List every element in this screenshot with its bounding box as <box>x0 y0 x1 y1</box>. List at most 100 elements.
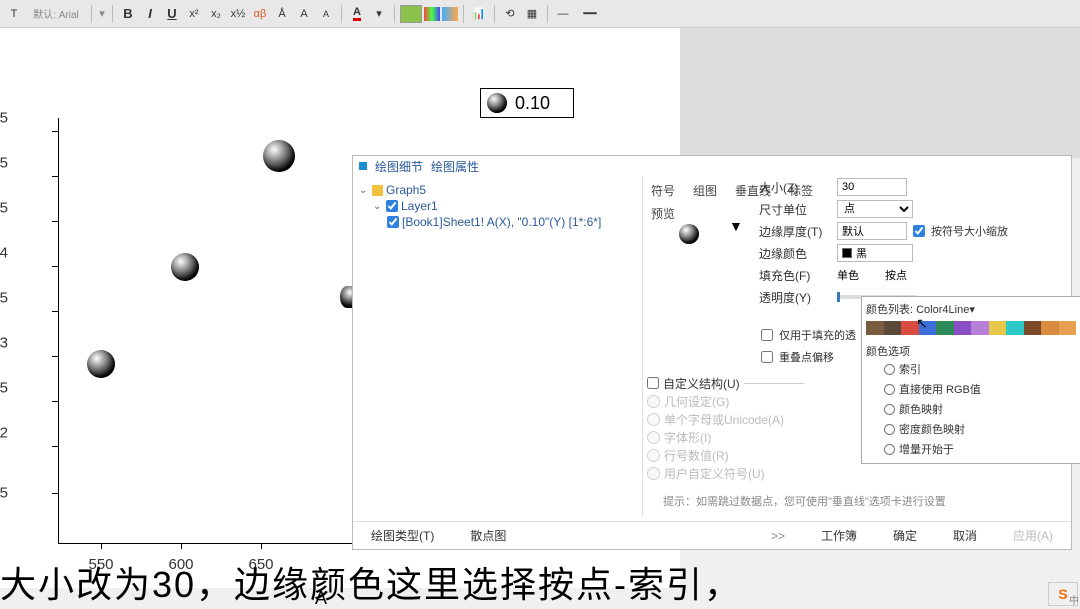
legend-marker-icon <box>487 93 507 113</box>
preview-dropdown-icon[interactable]: ▼ <box>729 218 743 234</box>
y-tick-label: 0.25 <box>0 380 8 397</box>
palette-cell[interactable] <box>971 321 989 335</box>
text-color-icon[interactable]: A <box>347 4 367 24</box>
apply-fill-label: 仅用于填充的透 <box>779 327 856 343</box>
preview-symbol <box>679 224 699 244</box>
edge-color-label: 边缘颜色 <box>759 245 831 262</box>
tree-layer-node[interactable]: ⌄ Layer1 <box>359 198 636 214</box>
workbook-button[interactable]: 工作簿 <box>821 527 857 544</box>
collapse-icon[interactable]: ⌄ <box>359 185 369 196</box>
increase-font-icon[interactable]: A <box>294 4 314 24</box>
dialog-title: 绘图细节 <box>375 158 423 175</box>
custom-structure-checkbox[interactable] <box>647 377 659 389</box>
palette-cell[interactable] <box>919 321 937 335</box>
overlap-label: 重叠点偏移 <box>779 349 834 365</box>
scale-checkbox[interactable] <box>913 225 925 237</box>
dialog-icon <box>359 162 367 170</box>
layer-tree[interactable]: ⌄ Graph5 ⌄ Layer1 [Book1]Sheet1! A(X), "… <box>353 176 643 516</box>
color-palette[interactable] <box>866 321 1076 335</box>
nav-button[interactable]: >> <box>771 529 785 543</box>
rescale-icon[interactable]: ⟲ <box>500 4 520 24</box>
palette-cell[interactable] <box>1024 321 1042 335</box>
increment-radio[interactable] <box>884 444 895 455</box>
size-input[interactable] <box>837 178 907 196</box>
data-point[interactable] <box>87 350 115 378</box>
overlap-checkbox[interactable] <box>761 351 773 363</box>
chart-tool-icon[interactable]: 📊 <box>469 4 489 24</box>
palette-cell[interactable] <box>954 321 972 335</box>
subscript-icon[interactable]: x₂ <box>206 4 226 24</box>
tree-label: Layer1 <box>401 199 438 213</box>
dataset-checkbox[interactable] <box>387 216 399 228</box>
edge-thickness-input[interactable] <box>837 222 907 240</box>
palette-cell[interactable] <box>901 321 919 335</box>
decrease-font-icon[interactable]: A <box>316 4 336 24</box>
plot-type-value[interactable]: 散点图 <box>470 527 506 544</box>
supsub-icon[interactable]: x½ <box>228 4 248 24</box>
palette-cell[interactable] <box>1006 321 1024 335</box>
y-tick-label: 0.15 <box>0 485 8 502</box>
ime-lang: 中 <box>1069 592 1079 607</box>
size-down-icon[interactable]: ▾ <box>97 4 107 24</box>
text-tool-icon[interactable]: T <box>4 4 24 24</box>
palette-cell[interactable] <box>936 321 954 335</box>
highlight-icon[interactable]: ▾ <box>369 4 389 24</box>
density-radio[interactable] <box>884 424 895 435</box>
shape-radio <box>647 431 660 444</box>
cancel-button[interactable]: 取消 <box>953 527 977 544</box>
folder-icon <box>372 185 383 196</box>
palette-cell[interactable] <box>989 321 1007 335</box>
size-unit-select[interactable]: 点 <box>837 200 913 218</box>
layer-icon[interactable]: ▦ <box>522 4 542 24</box>
index-radio[interactable] <box>884 364 895 375</box>
underline-button[interactable]: U <box>162 4 182 24</box>
y-axis-line <box>58 118 59 543</box>
colormap-radio[interactable] <box>884 404 895 415</box>
edge-color-value: 黑 <box>856 245 867 261</box>
fill-color-button[interactable] <box>400 5 422 23</box>
size-unit-label: 尺寸单位 <box>759 201 831 218</box>
edge-color-select[interactable]: 黑 <box>837 244 913 262</box>
layer-checkbox[interactable] <box>386 200 398 212</box>
font-format-icon[interactable]: Å <box>272 4 292 24</box>
tree-dataset-node[interactable]: [Book1]Sheet1! A(X), "0.10"(Y) [1*:6*] <box>359 214 636 230</box>
fill-extra: 按点 <box>885 267 907 283</box>
collapse-icon[interactable]: ⌄ <box>373 201 383 212</box>
dialog-subtitle: 绘图属性 <box>431 158 479 175</box>
fill-color-label: 填充色(F) <box>759 267 831 284</box>
color-list-label: 颜色列表: Color4Line▾ <box>866 301 1076 317</box>
palette1-icon[interactable] <box>424 7 440 21</box>
line-style-icon[interactable]: ━━ <box>575 4 605 24</box>
data-point[interactable] <box>171 253 199 281</box>
size-label: 大小(Z) <box>759 179 831 196</box>
ime-indicator[interactable]: S 中 <box>1048 582 1078 606</box>
y-tick-label: 0.4 <box>0 245 8 262</box>
ok-button[interactable]: 确定 <box>893 527 917 544</box>
tree-label: [Book1]Sheet1! A(X), "0.10"(Y) [1*:6*] <box>402 215 601 229</box>
bold-button[interactable]: B <box>118 4 138 24</box>
y-tick-label: 0.35 <box>0 290 8 307</box>
data-point[interactable] <box>263 140 295 172</box>
font-family-display[interactable]: 默认: Arial <box>26 4 86 24</box>
superscript-icon[interactable]: x² <box>184 4 204 24</box>
palette-cell[interactable] <box>866 321 884 335</box>
color-picker-popup: 颜色列表: Color4Line▾ ↖ 颜色选项 <box>861 296 1080 464</box>
palette-cell[interactable] <box>1059 321 1077 335</box>
palette-cell[interactable] <box>1041 321 1059 335</box>
tree-graph-node[interactable]: ⌄ Graph5 <box>359 182 636 198</box>
palette-cell[interactable] <box>884 321 902 335</box>
apply-fill-checkbox[interactable] <box>761 329 773 341</box>
palette2-icon[interactable] <box>442 7 458 21</box>
dropdown-icon[interactable]: ▾ <box>969 304 975 316</box>
rgb-radio[interactable] <box>884 384 895 395</box>
chart-legend[interactable]: 0.10 <box>480 88 574 118</box>
tab-group[interactable]: 组图 <box>693 182 717 199</box>
tab-symbol[interactable]: 符号 <box>651 182 675 199</box>
line-width-icon[interactable]: — <box>553 4 573 24</box>
italic-button[interactable]: I <box>140 4 160 24</box>
apply-button: 应用(A) <box>1013 527 1053 544</box>
legend-value: 0.10 <box>515 93 550 114</box>
alpha-icon[interactable]: αβ <box>250 4 270 24</box>
custom-structure-label: 自定义结构(U) <box>663 375 740 392</box>
dialog-title-bar: 绘图细节 绘图属性 <box>353 156 1071 176</box>
